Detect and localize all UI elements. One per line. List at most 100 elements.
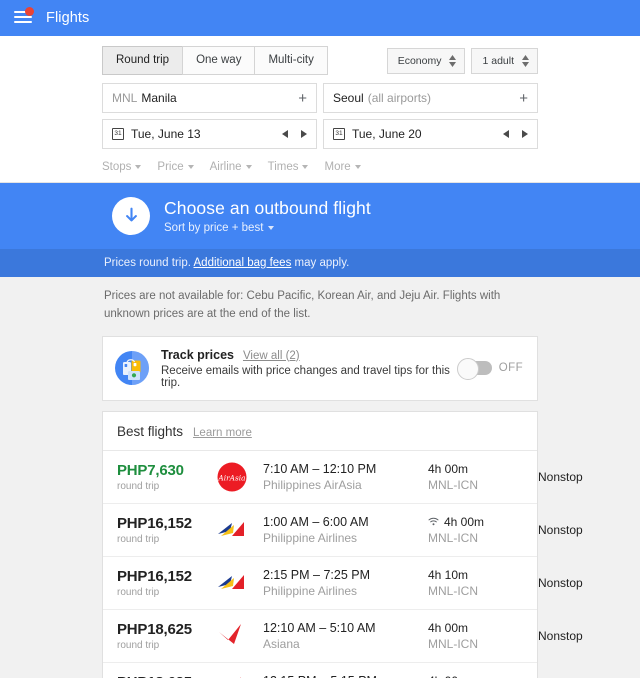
toggle-state-label: OFF bbox=[498, 362, 523, 375]
chevron-updown-icon bbox=[449, 54, 457, 67]
flight-route: MNL-ICN bbox=[428, 636, 478, 651]
hero-title: Choose an outbound flight bbox=[164, 198, 371, 218]
chevron-down-icon bbox=[245, 165, 252, 169]
filter-more[interactable]: More bbox=[324, 161, 361, 173]
filter-stops[interactable]: Stops bbox=[102, 161, 142, 173]
flight-airline: Philippines AirAsia bbox=[263, 477, 362, 492]
flight-duration-cell: 4h 00m MNL-ICN bbox=[428, 462, 538, 492]
filter-bar: Stops Price Airline Times More bbox=[102, 155, 538, 175]
passengers-select[interactable]: 1 adult bbox=[471, 47, 538, 74]
chevron-down-icon bbox=[354, 165, 361, 169]
add-destination-icon[interactable]: + bbox=[513, 91, 528, 106]
return-date-value: Tue, June 20 bbox=[352, 127, 422, 141]
filter-times-label: Times bbox=[267, 161, 299, 173]
chevron-updown-icon bbox=[522, 54, 529, 67]
flight-row[interactable]: PHP16,152 round trip 1:00 AM – 6:00 AM P… bbox=[103, 504, 583, 557]
flight-duration-cell: 4h 10m MNL-ICN bbox=[428, 568, 538, 598]
flight-route: MNL-ICN bbox=[428, 530, 478, 545]
flight-duration-line: 4h 00m bbox=[428, 462, 538, 476]
notification-dot-icon bbox=[25, 7, 34, 16]
filter-airline[interactable]: Airline bbox=[210, 161, 252, 173]
depart-prev-day-button[interactable] bbox=[282, 130, 288, 138]
return-date-nav bbox=[503, 130, 528, 138]
flight-duration: 4h 00m bbox=[428, 461, 469, 476]
trip-type-round-trip[interactable]: Round trip bbox=[102, 46, 184, 75]
flight-row[interactable]: PHP16,152 round trip 2:15 PM – 7:25 PM P… bbox=[103, 557, 583, 610]
bag-fees-bar: Prices round trip. Additional bag fees m… bbox=[0, 249, 640, 277]
price-tag-icon bbox=[115, 351, 149, 386]
add-origin-icon[interactable]: + bbox=[292, 91, 307, 106]
passengers-label: 1 adult bbox=[482, 54, 514, 67]
track-prices-row: Track prices View all (2) Receive emails… bbox=[103, 337, 537, 400]
trip-type-multi-city[interactable]: Multi-city bbox=[254, 46, 328, 75]
best-flights-title: Best flights bbox=[117, 423, 184, 439]
flight-times: 12:15 PM – 5:15 PM bbox=[263, 674, 428, 678]
track-prices-toggle[interactable] bbox=[456, 358, 492, 381]
app-title: Flights bbox=[46, 10, 90, 26]
flight-duration-cell: 4h 00m MNL-ICN bbox=[428, 621, 538, 651]
track-prices-card: Track prices View all (2) Receive emails… bbox=[102, 335, 538, 401]
philippine-airlines-logo bbox=[217, 519, 263, 541]
sort-dropdown[interactable]: Sort by price + best bbox=[164, 222, 371, 234]
flight-trip-type: round trip bbox=[117, 586, 160, 598]
flight-row[interactable]: PHP18,625 round trip 12:15 PM – 5:15 PM … bbox=[103, 663, 537, 678]
learn-more-link[interactable]: Learn more bbox=[193, 427, 252, 439]
hamburger-menu-icon[interactable] bbox=[14, 7, 34, 25]
flight-row[interactable]: PHP18,625 round trip 12:10 AM – 5:10 AM … bbox=[103, 610, 583, 663]
outbound-hero-banner: Choose an outbound flight Sort by price … bbox=[0, 183, 640, 249]
flight-route: MNL-ICN bbox=[428, 583, 478, 598]
airport-fields-row: MNL Manila + Seoul (all airports) + bbox=[102, 83, 538, 113]
calendar-icon: 31 bbox=[112, 128, 124, 140]
flight-duration: 4h 10m bbox=[428, 567, 469, 582]
origin-input[interactable]: MNL Manila + bbox=[102, 83, 317, 113]
flight-price: PHP18,625 bbox=[117, 674, 217, 678]
return-prev-day-button[interactable] bbox=[503, 130, 509, 138]
best-flights-card: Best flights Learn more PHP7,630 round t… bbox=[102, 410, 583, 678]
flight-price: PHP16,152 bbox=[117, 567, 192, 585]
flight-duration: 4h 00m bbox=[428, 620, 469, 635]
depart-next-day-button[interactable] bbox=[301, 130, 307, 138]
chevron-down-icon bbox=[268, 226, 275, 230]
destination-city: Seoul bbox=[333, 91, 364, 105]
view-all-link[interactable]: View all (2) bbox=[243, 350, 300, 362]
date-fields-row: 31 Tue, June 13 31 Tue, June 20 bbox=[102, 119, 538, 149]
flight-price-cell: PHP7,630 round trip bbox=[117, 462, 217, 492]
flight-trip-type: round trip bbox=[117, 639, 160, 651]
price-availability-notice: Prices are not available for: Cebu Pacif… bbox=[0, 277, 640, 336]
depart-date-input[interactable]: 31 Tue, June 13 bbox=[102, 119, 317, 149]
cabin-class-select[interactable]: Economy bbox=[386, 47, 466, 74]
flight-time-cell: 7:10 AM – 12:10 PM Philippines AirAsia bbox=[263, 462, 428, 492]
origin-city: Manila bbox=[141, 91, 177, 105]
bag-fees-suffix: may apply. bbox=[294, 257, 350, 269]
flight-airline: Philippine Airlines bbox=[263, 583, 358, 598]
trip-type-one-way[interactable]: One way bbox=[182, 46, 256, 75]
best-flights-header: Best flights Learn more bbox=[103, 412, 537, 451]
flight-airline: Asiana bbox=[263, 636, 300, 651]
flight-duration-cell: 4h 00m MNL-ICN bbox=[428, 674, 538, 678]
origin-code: MNL bbox=[112, 91, 138, 105]
flight-duration-line: 4h 10m bbox=[428, 568, 538, 582]
flight-duration-cell: 4h 00m MNL-ICN bbox=[428, 515, 538, 545]
flight-duration: 4h 00m bbox=[444, 514, 485, 529]
filter-times[interactable]: Times bbox=[268, 161, 309, 173]
hamburger-line bbox=[14, 16, 32, 18]
track-prices-toggle-group[interactable]: OFF bbox=[456, 358, 523, 381]
flight-duration: 4h 00m bbox=[428, 674, 468, 678]
flight-stops: Nonstop bbox=[538, 469, 583, 484]
additional-bag-fees-link[interactable]: Additional bag fees bbox=[194, 257, 292, 269]
return-next-day-button[interactable] bbox=[522, 130, 528, 138]
wifi-icon bbox=[428, 515, 439, 529]
filter-airline-label: Airline bbox=[209, 161, 242, 173]
flight-times: 7:10 AM – 12:10 PM bbox=[263, 461, 377, 476]
flight-row[interactable]: PHP7,630 round trip AirAsia 7:10 AM – 12… bbox=[103, 451, 583, 504]
bag-fees-prefix: Prices round trip. bbox=[104, 257, 191, 269]
destination-input[interactable]: Seoul (all airports) + bbox=[323, 83, 538, 113]
search-form: Round trip One way Multi-city Economy 1 … bbox=[0, 36, 640, 183]
return-date-input[interactable]: 31 Tue, June 20 bbox=[323, 119, 538, 149]
philippine-airlines-logo bbox=[217, 572, 263, 594]
flight-duration-line: 4h 00m bbox=[428, 515, 538, 529]
chevron-down-icon bbox=[302, 165, 309, 169]
filter-price[interactable]: Price bbox=[157, 161, 194, 173]
flight-times: 1:00 AM – 6:00 AM bbox=[263, 514, 369, 529]
track-prices-headline: Track prices View all (2) bbox=[161, 348, 458, 362]
